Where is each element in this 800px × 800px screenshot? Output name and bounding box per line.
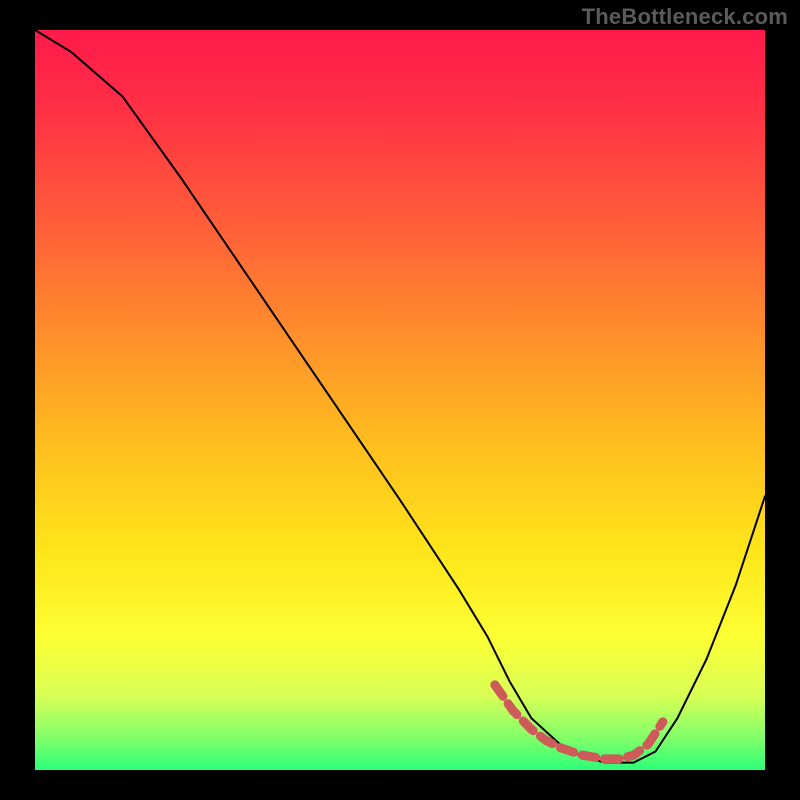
optimal-band-dot xyxy=(490,680,499,689)
optimal-band-dot xyxy=(542,736,551,745)
optimal-band-dot xyxy=(527,725,536,734)
chart-container: TheBottleneck.com xyxy=(0,0,800,800)
optimal-band-dot xyxy=(644,740,653,749)
optimal-band-dot xyxy=(615,754,624,763)
optimal-band-dot xyxy=(600,754,609,763)
watermark-label: TheBottleneck.com xyxy=(582,4,788,30)
gradient-background xyxy=(35,30,765,770)
optimal-band-dot xyxy=(578,751,587,760)
optimal-band-dot xyxy=(509,706,518,715)
optimal-band-dot xyxy=(629,751,638,760)
optimal-band-dot xyxy=(556,743,565,752)
chart-svg xyxy=(0,0,800,800)
optimal-band-dot xyxy=(658,717,667,726)
